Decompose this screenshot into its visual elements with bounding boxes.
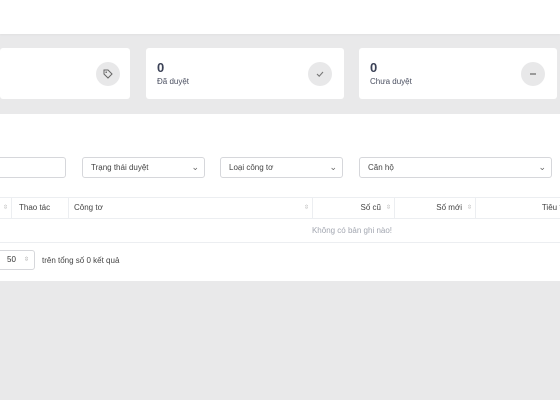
column-header-actions[interactable]: Thao tác <box>12 198 69 218</box>
updown-icon: ⇳ <box>23 257 29 263</box>
apartment-placeholder: Căn hộ <box>368 163 394 172</box>
chevron-down-icon: ⌄ <box>538 162 546 172</box>
column-header-meter[interactable]: Công tơ ⇳ <box>69 198 313 218</box>
sort-icon: ⇳ <box>466 205 472 211</box>
stat-label-approved: Đã duyệt <box>157 77 190 86</box>
approval-status-select[interactable]: Trạng thái duyệt ⌄ <box>82 157 205 178</box>
table-header: ⇳ Thao tác Công tơ ⇳ Số cũ ⇳ Số mới ⇳ Ti… <box>0 197 560 219</box>
chevron-down-icon: ⌄ <box>191 162 199 172</box>
column-header-old-reading[interactable]: Số cũ ⇳ <box>313 198 395 218</box>
sort-icon: ⇳ <box>303 205 309 211</box>
stat-card-pending: 0 Chưa duyệt <box>359 48 557 99</box>
approval-status-placeholder: Trạng thái duyệt <box>91 163 149 172</box>
page-size-value: 50 <box>7 255 16 264</box>
column-header-consumption[interactable]: Tiêu th <box>476 198 560 218</box>
stat-value-pending: 0 <box>370 60 378 75</box>
column-header-select[interactable]: ⇳ <box>0 198 12 218</box>
apartment-select[interactable]: Căn hộ ⌄ <box>359 157 552 178</box>
sort-icon: ⇳ <box>385 205 391 211</box>
top-bar <box>0 0 560 34</box>
chevron-down-icon: ⌄ <box>329 162 337 172</box>
stat-card-approved: 0 Đã duyệt <box>146 48 344 99</box>
total-results-text: trên tổng số 0 kết quả <box>42 256 120 265</box>
tag-icon <box>96 62 120 86</box>
meter-type-placeholder: Loại công tơ <box>229 163 274 172</box>
sort-icon: ⇳ <box>2 205 8 211</box>
search-input[interactable] <box>0 157 66 178</box>
page-size-select[interactable]: 50 ⇳ <box>0 250 35 270</box>
check-icon <box>308 62 332 86</box>
meter-type-select[interactable]: Loại công tơ ⌄ <box>220 157 343 178</box>
stat-card-total <box>0 48 130 99</box>
minus-icon <box>521 62 545 86</box>
stat-label-pending: Chưa duyệt <box>370 77 412 86</box>
column-header-new-reading[interactable]: Số mới ⇳ <box>395 198 476 218</box>
empty-table-message: Không có bản ghi nào! <box>0 219 560 243</box>
stat-value-approved: 0 <box>157 60 165 75</box>
